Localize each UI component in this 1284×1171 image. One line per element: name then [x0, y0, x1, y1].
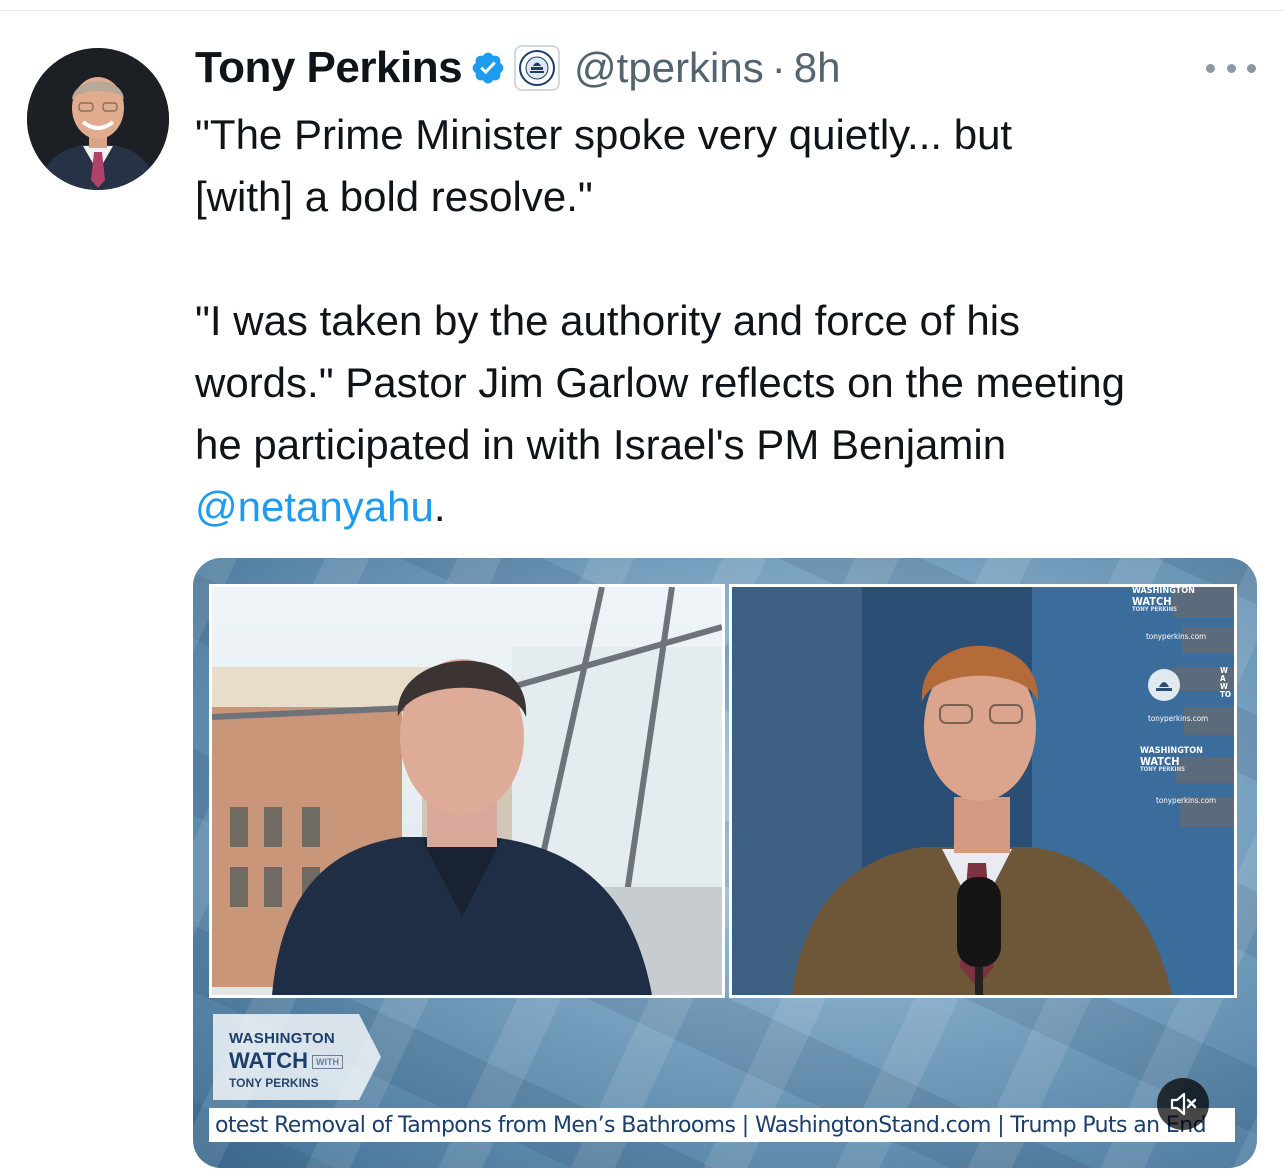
guest-video-frame [212, 587, 722, 995]
video-panel-guest [209, 584, 725, 998]
tweet-text-line: [with] a bold resolve." [195, 173, 593, 220]
news-ticker: otest Removal of Tampons from Men’s Bath… [209, 1108, 1235, 1142]
author-handle[interactable]: @tperkins [574, 44, 764, 92]
tweet-text: "The Prime Minister spoke very quietly..… [195, 104, 1275, 538]
avatar-photo [27, 48, 169, 190]
verified-check-icon[interactable] [470, 50, 506, 86]
tweet-text-line: @netanyahu. [195, 476, 1275, 538]
tweet-timestamp[interactable]: 8h [794, 44, 841, 92]
volume-muted-icon[interactable] [1157, 1078, 1209, 1130]
show-logo: WASHINGTON WATCH WITH TONY PERKINS [213, 1014, 381, 1100]
tweet-text-line: he participated in with Israel's PM Benj… [195, 421, 1007, 468]
avatar[interactable] [27, 48, 169, 190]
ticker-text: otest Removal of Tampons from Men’s Bath… [215, 1112, 1207, 1138]
studio-url: tonyperkins.com [1148, 714, 1209, 723]
show-logo-line: WASHINGTON [229, 1030, 336, 1047]
studio-logo-text: TONY PERKINS [1132, 606, 1177, 613]
studio-logo-text: TONY PERKINS [1140, 766, 1185, 773]
studio-logo-top: WASHINGTON WATCH TONY PERKINS [1132, 587, 1195, 613]
studio-url: tonyperkins.com [1146, 632, 1207, 641]
show-logo-text: WASHINGTON WATCH WITH TONY PERKINS [229, 1030, 344, 1090]
video-player[interactable]: WASHINGTON WATCH TONY PERKINS tonyperkin… [193, 558, 1257, 1168]
tweet-text-line: words." Pastor Jim Garlow reflects on th… [195, 359, 1125, 406]
tweet-text-line: "The Prime Minister spoke very quietly..… [195, 111, 1013, 158]
show-logo-with: WITH [312, 1055, 344, 1070]
more-options-icon[interactable] [1206, 50, 1256, 86]
author-name[interactable]: Tony Perkins [195, 43, 463, 93]
top-divider [0, 10, 1284, 11]
separator-dot: · [771, 44, 786, 91]
mention-link[interactable]: @netanyahu [195, 483, 434, 530]
studio-seal-icon [1148, 669, 1180, 701]
capitol-seal-badge-icon[interactable] [514, 45, 561, 91]
studio-url: tonyperkins.com [1156, 796, 1217, 805]
show-logo-line: WATCH [229, 1048, 309, 1073]
show-logo-line: TONY PERKINS [229, 1076, 319, 1090]
tweet-header: Tony Perkins @tperkins · 8h [195, 40, 840, 96]
studio-logo-mid: WASHINGTON WATCH TONY PERKINS [1140, 747, 1203, 773]
video-panel-host: WASHINGTON WATCH TONY PERKINS tonyperkin… [729, 584, 1237, 998]
period: . [433, 483, 446, 530]
tweet-text-line: "I was taken by the authority and force … [195, 297, 1021, 344]
host-video-frame [732, 587, 1234, 995]
studio-edge-text: WA W TO [1220, 666, 1232, 699]
